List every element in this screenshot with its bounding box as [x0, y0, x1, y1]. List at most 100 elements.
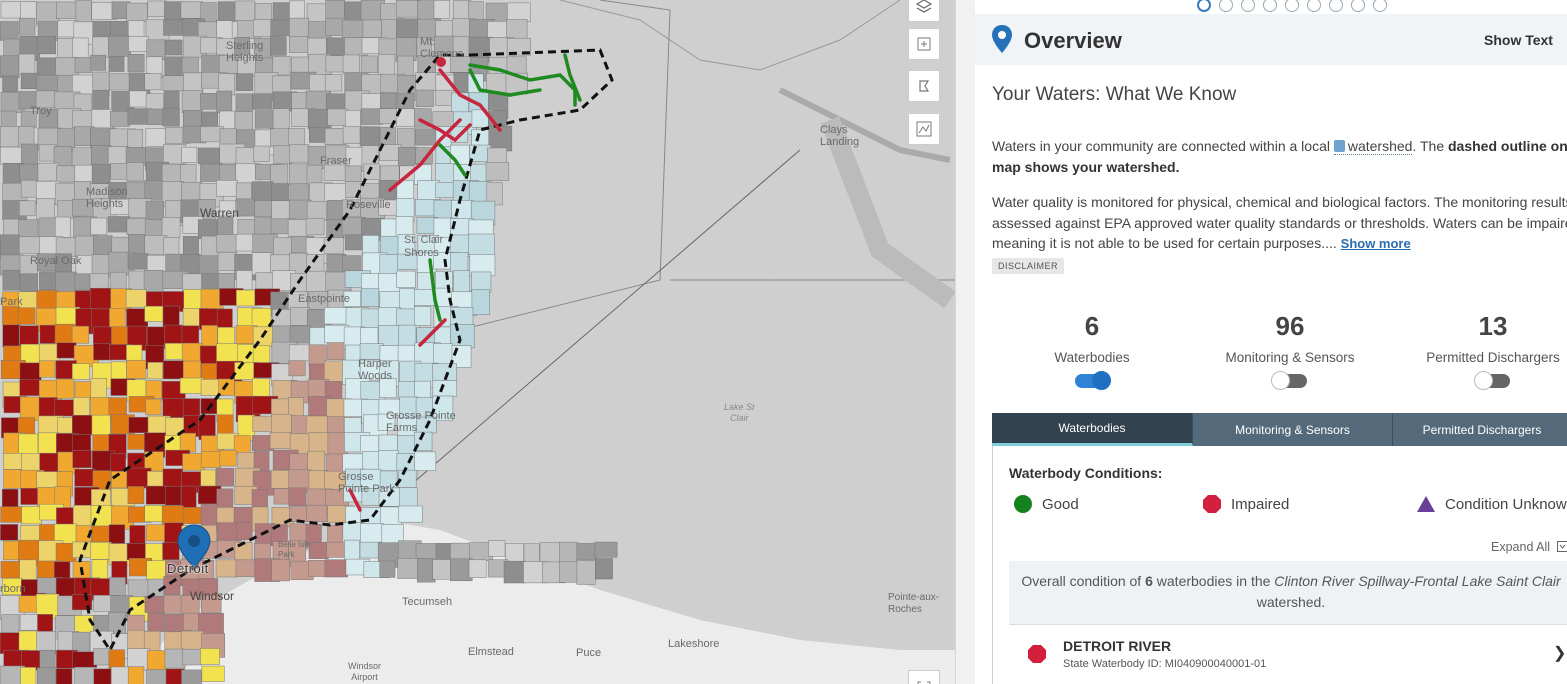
- census-tract: [359, 126, 380, 147]
- census-tract: [324, 307, 348, 325]
- show-more-link[interactable]: Show more: [1341, 236, 1411, 251]
- show-text-button[interactable]: Show Text: [1484, 32, 1553, 48]
- waterbody-id: State Waterbody ID: MI040900040001-01: [1063, 658, 1267, 670]
- map-view[interactable]: Sterling Heights Mt. Clemens Troy Madison H…: [0, 0, 955, 684]
- census-tract: [324, 74, 343, 92]
- carousel-dot[interactable]: [1285, 0, 1299, 12]
- carousel-dot[interactable]: [1263, 0, 1277, 12]
- zoom-in-button[interactable]: [908, 28, 940, 60]
- chevron-right-icon: ❯: [1553, 645, 1567, 662]
- census-tract: [216, 343, 241, 362]
- census-tract: [89, 287, 112, 311]
- census-tract: [305, 90, 330, 111]
- carousel-dot[interactable]: [1219, 0, 1233, 12]
- carousel-dot[interactable]: [1329, 0, 1343, 12]
- census-tract: [179, 377, 204, 394]
- census-tract: [17, 307, 36, 325]
- census-tract: [234, 111, 253, 133]
- expand-all-button[interactable]: Expand All: [1491, 540, 1567, 554]
- location-pin-icon: [992, 25, 1012, 53]
- carousel-dot[interactable]: [1373, 0, 1387, 12]
- basemap-button[interactable]: [908, 113, 940, 145]
- carousel-dot[interactable]: [1197, 0, 1211, 12]
- conditions-title: Waterbody Conditions:: [1009, 465, 1163, 481]
- census-tract: [215, 234, 237, 253]
- census-tract: [0, 506, 24, 523]
- census-tract: [107, 216, 131, 233]
- map-label-mt-clemens: Mt. Clemens: [420, 36, 464, 60]
- census-tract: [2, 269, 21, 291]
- monitoring-toggle[interactable]: [1271, 371, 1307, 390]
- census-tract: [91, 414, 111, 436]
- census-tract: [344, 165, 362, 182]
- census-tract: [108, 56, 125, 72]
- census-tract: [126, 359, 147, 379]
- census-tract: [432, 559, 451, 580]
- map-label-park: Park: [0, 296, 23, 308]
- census-tract: [147, 0, 167, 18]
- census-tract: [485, 162, 510, 181]
- census-tract: [363, 163, 380, 180]
- layers-button[interactable]: [908, 0, 940, 22]
- census-tract: [108, 146, 129, 166]
- census-tract: [270, 36, 287, 56]
- tab-monitoring-sensors[interactable]: Monitoring & Sensors: [1193, 413, 1393, 446]
- census-tract: [415, 89, 434, 107]
- census-tract: [181, 669, 202, 684]
- carousel-dots[interactable]: [1197, 0, 1387, 12]
- census-tract: [0, 1, 23, 19]
- census-tract: [74, 273, 91, 291]
- overall-condition-summary: Overall condition of 6 waterbodies in th…: [1009, 561, 1567, 624]
- census-tract: [73, 397, 90, 417]
- census-tract: [471, 289, 490, 316]
- census-tract: [127, 666, 145, 684]
- tab-waterbodies[interactable]: Waterbodies: [992, 413, 1193, 446]
- map-label-lake-st-clair: Lake St Clair: [724, 402, 755, 423]
- carousel-dot[interactable]: [1241, 0, 1255, 12]
- census-tract: [200, 451, 221, 468]
- fullscreen-button[interactable]: [908, 670, 940, 684]
- census-tract: [468, 559, 487, 578]
- census-tract: [19, 379, 40, 396]
- census-tract: [432, 380, 458, 397]
- census-tract: [289, 144, 310, 163]
- disclaimer-button[interactable]: DISCLAIMER: [992, 258, 1065, 274]
- map-label-sterling-heights: Sterling Heights: [226, 40, 264, 64]
- waterbodies-tab-panel: Waterbody Conditions: Good Impaired Cond…: [992, 446, 1567, 684]
- census-tract: [216, 90, 233, 113]
- waterbody-row[interactable]: DETROIT RIVER State Waterbody ID: MI0409…: [1009, 624, 1567, 684]
- census-tract: [398, 505, 423, 523]
- panel-divider[interactable]: [955, 0, 975, 684]
- census-tract: [37, 162, 59, 182]
- map-label-dearborn: rborn: [0, 583, 26, 595]
- tab-permitted-dischargers[interactable]: Permitted Dischargers: [1393, 413, 1567, 446]
- census-tract: [18, 53, 36, 75]
- bookmark-button[interactable]: [908, 70, 940, 102]
- census-tract: [271, 200, 291, 220]
- waterbodies-toggle[interactable]: [1075, 371, 1111, 390]
- map-canvas[interactable]: [0, 0, 955, 684]
- census-tract: [108, 73, 132, 91]
- census-tract: [289, 36, 309, 53]
- census-tract: [55, 668, 73, 684]
- map-label-madison-heights: Madison Heights: [86, 186, 128, 210]
- census-tract: [37, 667, 57, 684]
- glossary-watershed-link[interactable]: watershed: [1333, 138, 1413, 155]
- census-tract: [325, 453, 345, 472]
- census-tract: [92, 36, 111, 58]
- carousel-dot[interactable]: [1351, 0, 1365, 12]
- census-tract: [559, 541, 578, 564]
- waterbody-name: DETROIT RIVER: [1063, 638, 1172, 654]
- census-tract: [235, 559, 256, 577]
- census-tract: [289, 325, 313, 344]
- carousel-dot[interactable]: [1307, 0, 1321, 12]
- dischargers-toggle[interactable]: [1474, 371, 1510, 390]
- census-tract: [127, 486, 145, 504]
- census-tract: [74, 666, 97, 684]
- census-tract: [92, 434, 111, 452]
- census-tract: [72, 415, 95, 436]
- census-tract: [380, 92, 397, 109]
- census-tract: [378, 450, 399, 471]
- census-tract: [253, 145, 270, 162]
- census-tract: [270, 470, 290, 489]
